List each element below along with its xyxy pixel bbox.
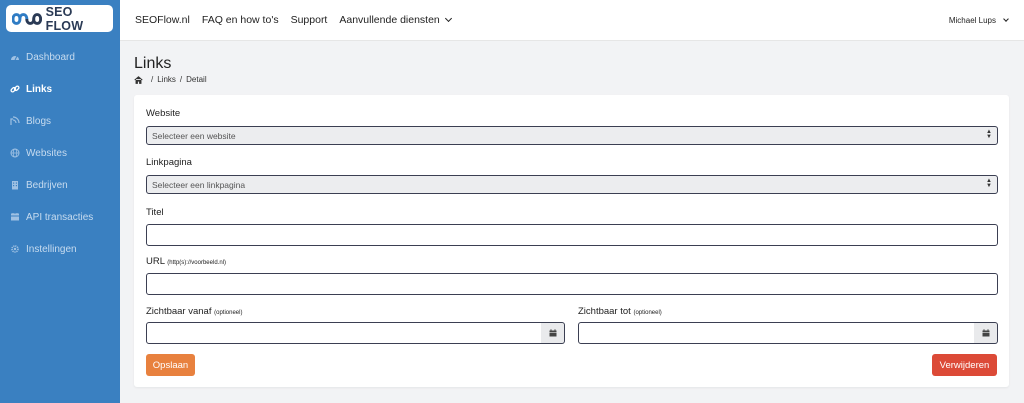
- sidebar-item-label: Instellingen: [26, 243, 77, 255]
- sidebar-item-websites[interactable]: Websites: [0, 137, 120, 169]
- chevron-down-icon: [1003, 16, 1009, 22]
- select-arrows-icon: ▲ ▼: [986, 129, 992, 140]
- dropdown-label: Aanvullende diensten: [339, 14, 440, 26]
- home-icon[interactable]: [134, 75, 143, 84]
- brand-name: SEO FLOW: [45, 4, 84, 33]
- delete-button[interactable]: Verwijderen: [932, 354, 997, 376]
- user-menu[interactable]: Michael Lups: [948, 16, 1009, 25]
- page-title: Links: [134, 55, 172, 72]
- blog-icon: [10, 116, 20, 126]
- linkpagina-select[interactable]: Selecteer een linkpagina ▲ ▼: [146, 175, 998, 194]
- vanaf-hint: (optioneel): [214, 310, 243, 316]
- website-select[interactable]: Selecteer een website ▲ ▼: [146, 126, 998, 145]
- calendar-icon: [982, 329, 989, 337]
- url-hint: (http(s)://voorbeeld.nl): [167, 260, 226, 266]
- breadcrumb-links[interactable]: Links: [157, 75, 176, 84]
- sidebar-item-label: Links: [26, 83, 53, 95]
- sidebar-nav: Dashboard Links Blogs Websites Bedrijven: [0, 41, 120, 265]
- zichtbaar-vanaf-label: Zichtbaar vanaf (optioneel): [146, 306, 242, 317]
- topnav-aanvullende-diensten-dropdown[interactable]: Aanvullende diensten: [339, 14, 452, 26]
- breadcrumb: / Links / Detail: [134, 75, 207, 84]
- linkpagina-select-placeholder: Selecteer een linkpagina: [152, 180, 246, 190]
- zichtbaar-vanaf-calendar-button[interactable]: [541, 322, 565, 344]
- website-label: Website: [146, 108, 181, 119]
- user-name: Michael Lups: [948, 16, 996, 25]
- titel-label: Titel: [146, 207, 164, 218]
- sidebar-item-links[interactable]: Links: [0, 73, 120, 105]
- url-input[interactable]: [146, 273, 998, 295]
- topnav-faq-link[interactable]: FAQ en how to's: [202, 14, 279, 26]
- sidebar-item-api-transacties[interactable]: API transacties: [0, 201, 120, 233]
- save-button[interactable]: Opslaan: [146, 354, 195, 376]
- sidebar-item-bedrijven[interactable]: Bedrijven: [0, 169, 120, 201]
- top-navbar: SEOFlow.nl FAQ en how to's Support Aanvu…: [120, 0, 1024, 41]
- sidebar-item-label: Websites: [26, 147, 67, 159]
- calendar-icon: [549, 329, 556, 337]
- titel-input[interactable]: [146, 224, 998, 246]
- topnav-support-link[interactable]: Support: [291, 14, 328, 26]
- link-form-card: Website Selecteer een website ▲ ▼ Linkpag…: [134, 95, 1009, 387]
- breadcrumb-detail: Detail: [186, 75, 207, 84]
- sidebar-item-instellingen[interactable]: Instellingen: [0, 233, 120, 265]
- sidebar-item-label: Blogs: [26, 115, 52, 127]
- zichtbaar-tot-input[interactable]: [578, 322, 975, 344]
- dashboard-icon: [10, 52, 20, 62]
- sidebar: SEO FLOW Dashboard Links Blogs Websites: [0, 0, 120, 403]
- building-icon: [10, 180, 20, 190]
- breadcrumb-separator: /: [151, 75, 154, 84]
- tot-label-text: Zichtbaar tot: [578, 306, 631, 317]
- sidebar-item-label: Bedrijven: [26, 179, 68, 191]
- sidebar-item-dashboard[interactable]: Dashboard: [0, 41, 120, 73]
- breadcrumb-separator: /: [179, 75, 183, 84]
- website-select-placeholder: Selecteer een website: [152, 131, 236, 141]
- sidebar-item-blogs[interactable]: Blogs: [0, 105, 120, 137]
- tot-hint: (optioneel): [633, 310, 662, 316]
- zichtbaar-tot-label: Zichtbaar tot (optioneel): [578, 306, 662, 317]
- link-icon: [10, 84, 20, 94]
- url-label: URL (http(s)://voorbeeld.nl): [146, 256, 226, 267]
- brand-logo[interactable]: SEO FLOW: [6, 4, 113, 33]
- sidebar-item-label: Dashboard: [26, 51, 75, 63]
- top-nav-links: SEOFlow.nl FAQ en how to's Support Aanvu…: [135, 14, 463, 26]
- transactions-icon: [10, 212, 20, 222]
- globe-icon: [10, 148, 20, 158]
- vanaf-label-text: Zichtbaar vanaf: [146, 306, 212, 317]
- topnav-seoflow-link[interactable]: SEOFlow.nl: [135, 14, 190, 26]
- chevron-down-icon: [444, 14, 452, 23]
- select-arrows-icon: ▲ ▼: [986, 178, 992, 189]
- zichtbaar-tot-calendar-button[interactable]: [974, 322, 998, 344]
- gear-icon: [10, 244, 20, 254]
- zichtbaar-vanaf-input[interactable]: [146, 322, 542, 344]
- sidebar-item-label: API transacties: [26, 211, 94, 223]
- infinity-logo-icon: [12, 12, 42, 25]
- url-label-text: URL: [146, 256, 165, 267]
- linkpagina-label: Linkpagina: [146, 157, 192, 168]
